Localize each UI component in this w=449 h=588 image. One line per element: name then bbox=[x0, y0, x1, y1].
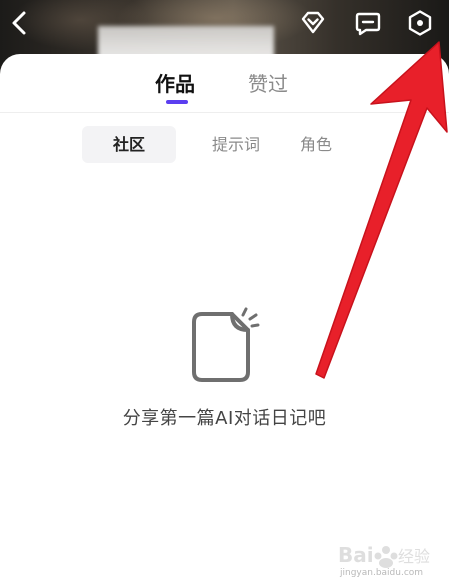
settings-hexagon-icon bbox=[408, 10, 432, 36]
watermark-url: jingyan.baidu.com bbox=[340, 568, 424, 578]
svg-text:经验: 经验 bbox=[398, 547, 430, 566]
active-tab-indicator bbox=[166, 100, 188, 104]
svg-text:Bai: Bai bbox=[338, 543, 374, 567]
chevron-left-icon bbox=[12, 11, 26, 35]
main-tabs: 作品 赞过 bbox=[0, 54, 449, 113]
diamond-icon bbox=[301, 11, 325, 34]
subtab-characters[interactable]: 角色 bbox=[280, 126, 352, 163]
chat-icon bbox=[355, 12, 381, 36]
empty-state-text: 分享第一篇AI对话日记吧 bbox=[122, 408, 327, 429]
empty-state-illustration bbox=[190, 306, 262, 388]
subtab-prompts[interactable]: 提示词 bbox=[188, 126, 284, 163]
document-icon bbox=[192, 307, 260, 382]
subtab-community[interactable]: 社区 bbox=[82, 126, 176, 163]
settings-button[interactable] bbox=[406, 9, 434, 37]
back-button[interactable] bbox=[6, 8, 34, 38]
content-card: 作品 赞过 社区 提示词 角色 分享第一篇AI对话日记吧 bbox=[0, 54, 449, 588]
profile-page: 作品 赞过 社区 提示词 角色 分享第一篇AI对话日记吧 Bai 经验 jing… bbox=[0, 0, 449, 588]
vip-diamond-button[interactable] bbox=[299, 9, 327, 37]
message-button[interactable] bbox=[354, 9, 382, 37]
sub-tabs: 社区 提示词 角色 bbox=[0, 126, 449, 164]
tab-liked[interactable]: 赞过 bbox=[248, 71, 288, 97]
tab-works[interactable]: 作品 bbox=[155, 71, 195, 97]
